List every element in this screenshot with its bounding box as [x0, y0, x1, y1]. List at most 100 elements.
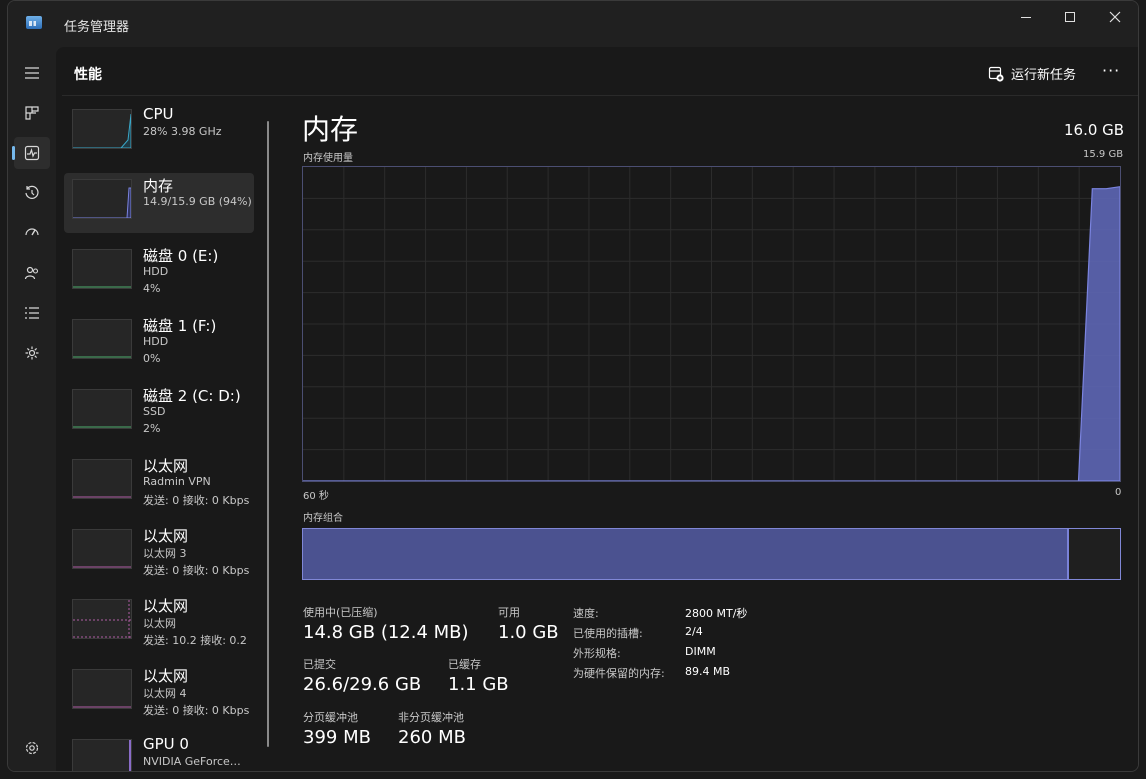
run-new-task-label: 运行新任务 [1011, 68, 1077, 83]
device-subtitle: 以太网 [143, 617, 176, 630]
nav-performance[interactable] [12, 137, 50, 169]
device-item[interactable]: 以太网以太网 3 发送: 0 接收: 0 Kbps [64, 523, 254, 583]
cached-label: 已缓存 [448, 658, 481, 671]
usage-graph-label: 内存使用量 [303, 153, 353, 164]
nonpaged-pool-label: 非分页缓冲池 [398, 711, 464, 724]
maximize-button[interactable] [1047, 1, 1093, 33]
device-detail: 0% [143, 352, 161, 365]
device-thumbnail-graph [72, 669, 132, 709]
device-thumbnail-graph [72, 179, 132, 219]
close-icon [1109, 11, 1121, 23]
device-name: 以太网 [143, 597, 189, 615]
maximize-icon [1065, 12, 1075, 22]
more-options-button[interactable]: ··· [1102, 61, 1120, 80]
graph-x-end-label: 0 [1115, 487, 1122, 498]
hardware-reserved-value: 89.4 MB [685, 665, 731, 678]
graph-x-start-label: 60 秒 [303, 491, 329, 502]
memory-composition-bar [302, 528, 1121, 580]
device-name: GPU 0 [143, 735, 189, 753]
device-item[interactable]: 内存 14.9/15.9 GB (94%) [64, 173, 254, 233]
device-item[interactable]: 磁盘 2 (C: D:) SSD 2% [64, 383, 254, 443]
paged-pool-label: 分页缓冲池 [303, 711, 358, 724]
nav-settings[interactable] [14, 732, 50, 764]
hamburger-icon [25, 67, 39, 79]
hamburger-menu-button[interactable] [14, 57, 50, 89]
device-name: 磁盘 0 (E:) [143, 247, 219, 265]
window-title: 任务管理器 [64, 20, 130, 35]
device-thumbnail-graph [72, 599, 132, 639]
device-subtitle: SSD [143, 405, 166, 418]
device-name: 以太网 [143, 457, 189, 475]
device-name: 磁盘 2 (C: D:) [143, 387, 241, 405]
processes-icon [25, 106, 39, 120]
device-thumbnail-graph [72, 109, 132, 149]
run-new-task-button[interactable]: 运行新任务 [988, 64, 1076, 83]
resource-title: 内存 [302, 113, 359, 146]
device-detail: 发送: 0 接收: 0 Kbps [143, 704, 250, 717]
slots-label: 已使用的插槽: [573, 627, 643, 640]
device-name: 磁盘 1 (F:) [143, 317, 217, 335]
device-subtitle: 14.9/15.9 GB (94%) [143, 195, 252, 208]
header-divider [62, 95, 1138, 96]
device-item[interactable]: 磁盘 0 (E:) HDD 4% [64, 243, 254, 303]
device-subtitle: NVIDIA GeForce… [143, 755, 241, 768]
usage-graph-max: 15.9 GB [1083, 149, 1124, 160]
device-subtitle: 28% 3.98 GHz [143, 125, 222, 138]
form-factor-value: DIMM [685, 645, 716, 658]
run-task-icon [988, 66, 1004, 82]
users-icon [24, 266, 39, 280]
available-label: 可用 [498, 606, 520, 619]
app-history-icon [25, 185, 39, 199]
device-item[interactable]: 以太网 Radmin VPN 发送: 0 接收: 0 Kbps [64, 453, 254, 513]
task-manager-window: 任务管理器 性能 运行新任务 ··· CPU 28% 3.98 GHz 内存 1… [7, 0, 1139, 772]
device-item[interactable]: GPU 0NVIDIA GeForce…75% (82 °C) [64, 733, 254, 771]
details-icon [25, 307, 39, 319]
device-item[interactable]: CPU 28% 3.98 GHz [64, 103, 254, 163]
nav-details[interactable] [14, 297, 50, 329]
minimize-icon [1021, 16, 1031, 18]
committed-label: 已提交 [303, 658, 336, 671]
device-item[interactable]: 磁盘 1 (F:) HDD 0% [64, 313, 254, 373]
minimize-button[interactable] [1003, 1, 1049, 33]
device-thumbnail-graph [72, 529, 132, 569]
device-subtitle: 以太网 4 [143, 687, 187, 700]
task-manager-app-icon [26, 16, 42, 29]
device-subtitle: 以太网 3 [143, 547, 187, 560]
device-detail: 2% [143, 422, 161, 435]
nav-users[interactable] [14, 257, 50, 289]
device-item[interactable]: 以太网 以太网 发送: 10.2 接收: 0.2 [64, 593, 254, 653]
form-factor-label: 外形规格: [573, 647, 621, 660]
close-button[interactable] [1092, 1, 1138, 33]
device-thumbnail-graph [72, 389, 132, 429]
cached-value: 1.1 GB [448, 674, 509, 695]
device-thumbnail-graph [72, 459, 132, 499]
in-use-value: 14.8 GB (12.4 MB) [303, 622, 469, 643]
navigation-rail [8, 47, 56, 771]
device-detail: 发送: 0 接收: 0 Kbps [143, 564, 250, 577]
device-subtitle: HDD [143, 335, 169, 348]
nav-processes[interactable] [14, 97, 50, 129]
committed-value: 26.6/29.6 GB [303, 674, 422, 695]
slots-value: 2/4 [685, 625, 703, 638]
device-subtitle: Radmin VPN [143, 475, 211, 488]
device-detail: 发送: 10.2 接收: 0.2 [143, 634, 247, 647]
device-name: 内存 [143, 177, 174, 195]
speed-label: 速度: [573, 607, 599, 620]
device-name: 以太网 [143, 527, 189, 545]
available-value: 1.0 GB [498, 622, 559, 643]
title-bar: 任务管理器 [8, 1, 1138, 47]
device-item[interactable]: 以太网 以太网 4 发送: 0 接收: 0 Kbps [64, 663, 254, 723]
settings-icon [25, 741, 39, 755]
nav-services[interactable] [14, 337, 50, 369]
device-name: CPU [143, 105, 174, 123]
performance-icon [24, 145, 40, 161]
nav-app-history[interactable] [14, 177, 50, 209]
speed-value: 2800 MT/秒 [685, 607, 748, 620]
nonpaged-pool-value: 260 MB [398, 727, 466, 748]
nav-startup[interactable] [14, 217, 50, 249]
in-use-label: 使用中(已压缩) [303, 606, 378, 619]
device-list: CPU 28% 3.98 GHz 内存 14.9/15.9 GB (94%) 磁盘 0 … [64, 103, 260, 771]
device-list-scrollbar[interactable] [267, 121, 269, 747]
memory-usage-graph [302, 166, 1121, 482]
composition-in-use [303, 529, 1069, 579]
